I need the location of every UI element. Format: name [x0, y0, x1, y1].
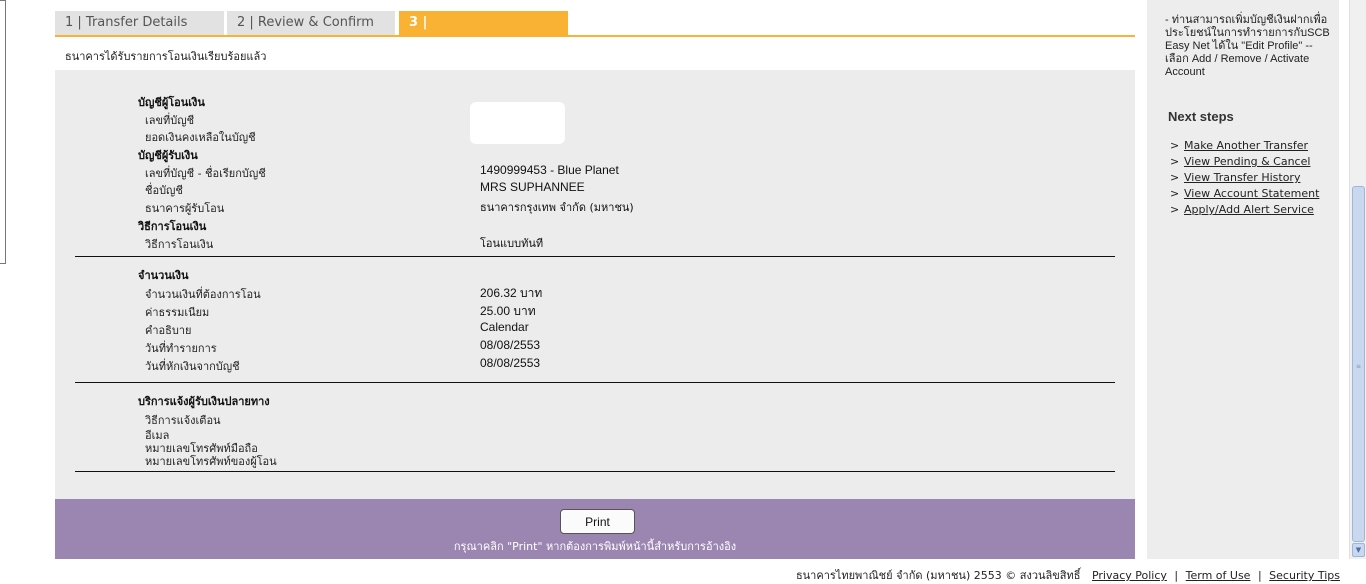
txn-date-label: วันที่ทำรายการ	[145, 342, 217, 355]
print-bar: Print กรุณาคลิก "Print" หากต้องการพิมพ์ห…	[55, 499, 1135, 559]
left-frame-edge	[0, 0, 6, 264]
copyright-text: ธนาคารไทยพาณิชย์ จำกัด (มหาชน) 2553 © สง…	[795, 569, 1081, 582]
description-label: คำอธิบาย	[145, 324, 192, 337]
view-pending-cancel-link[interactable]: View Pending & Cancel	[1184, 155, 1310, 168]
tab-acknowledgements: 3 | Acknowledgements	[399, 11, 570, 54]
description-value: Calendar	[480, 320, 529, 334]
status-message: ธนาคารได้รับรายการโอนเงินเรียบร้อยแล้ว	[65, 50, 267, 63]
to-account-title: บัญชีผู้รับเงิน	[138, 149, 198, 162]
tab-review-confirm: 2 | Review & Confirm	[227, 11, 397, 35]
amount-value: 206.32 บาท	[480, 286, 543, 300]
divider	[75, 382, 1115, 383]
page-footer: ธนาคารไทยพาณิชย์ จำกัด (มหาชน) 2553 © สง…	[0, 566, 1340, 584]
debit-date-label: วันที่หักเงินจากบัญชี	[145, 360, 240, 373]
security-tips-link[interactable]: Security Tips	[1269, 569, 1340, 582]
print-button[interactable]: Print	[560, 509, 635, 534]
fee-label: ค่าธรรมเนียม	[145, 306, 210, 319]
txn-date-value: 08/08/2553	[480, 338, 541, 352]
to-bank-value: ธนาคารกรุงเทพ จำกัด (มหาชน)	[480, 201, 634, 214]
view-transfer-history-link[interactable]: View Transfer History	[1184, 171, 1300, 184]
from-balance-label: ยอดเงินคงเหลือในบัญชี	[145, 131, 256, 144]
view-account-statement-link[interactable]: View Account Statement	[1184, 187, 1319, 200]
tab-underline	[55, 35, 1135, 37]
debit-date-value: 08/08/2553	[480, 356, 541, 370]
chevron-right-icon: >	[1170, 171, 1180, 184]
scroll-down-arrow-icon[interactable]: ▼	[1352, 543, 1365, 557]
list-item: > Make Another Transfer	[1170, 139, 1319, 155]
chevron-right-icon: >	[1170, 187, 1180, 200]
fee-value: 25.00 บาท	[480, 304, 536, 318]
method-title: วิธีการโอนเงิน	[138, 220, 207, 233]
privacy-policy-link[interactable]: Privacy Policy	[1092, 569, 1167, 582]
tab-transfer-details: 1 | Transfer Details	[55, 11, 226, 35]
separator: |	[1257, 569, 1262, 582]
to-nickname-label: เลขที่บัญชี - ชื่อเรียกบัญชี	[145, 167, 266, 180]
grip-icon: ≡	[1356, 363, 1362, 370]
divider	[75, 256, 1115, 257]
method-value: โอนแบบทันที	[480, 237, 544, 250]
chevron-right-icon: >	[1170, 155, 1180, 168]
list-item: > View Pending & Cancel	[1170, 155, 1319, 171]
apply-alert-service-link[interactable]: Apply/Add Alert Service	[1184, 203, 1314, 216]
method-label: วิธีการโอนเงิน	[145, 238, 214, 251]
to-name-value: MRS SUPHANNEE	[480, 180, 585, 194]
from-account-title: บัญชีผู้โอนเงิน	[138, 96, 205, 109]
make-another-transfer-link[interactable]: Make Another Transfer	[1184, 139, 1308, 152]
term-of-use-link[interactable]: Term of Use	[1186, 569, 1251, 582]
amount-label: จำนวนเงินที่ต้องการโอน	[145, 288, 261, 301]
divider	[75, 471, 1115, 472]
next-steps-list: > Make Another Transfer > View Pending & C…	[1170, 139, 1319, 219]
list-item: > View Account Statement	[1170, 187, 1319, 203]
masked-account-info	[470, 102, 565, 144]
from-account-no-label: เลขที่บัญชี	[145, 114, 195, 127]
vertical-scrollbar[interactable]: ≡ ▼	[1349, 0, 1366, 559]
to-name-label: ชื่อบัญชี	[145, 184, 183, 197]
next-steps-title: Next steps	[1168, 109, 1234, 124]
sidebar-note: - ท่านสามารถเพิ่มบัญชีเงินฝากเพื่อประโยช…	[1165, 14, 1330, 78]
step-tabs: 1 | Transfer Details 2 | Review & Confir…	[55, 11, 1135, 54]
separator: |	[1174, 569, 1179, 582]
right-sidebar: - ท่านสามารถเพิ่มบัญชีเงินฝากเพื่อประโยช…	[1147, 0, 1339, 559]
notify-sender-phone-label: หมายเลขโทรศัพท์ของผู้โอน	[145, 455, 277, 468]
list-item: > View Transfer History	[1170, 171, 1319, 187]
scrollbar-thumb[interactable]: ≡	[1352, 186, 1365, 542]
to-bank-label: ธนาคารผู้รับโอน	[145, 202, 225, 215]
print-hint: กรุณาคลิก "Print" หากต้องการพิมพ์หน้านี้…	[453, 540, 737, 553]
list-item: > Apply/Add Alert Service	[1170, 203, 1319, 219]
transfer-summary-panel: บัญชีผู้โอนเงิน เลขที่บัญชี ยอดเงินคงเหล…	[55, 70, 1135, 499]
amount-title: จำนวนเงิน	[138, 269, 189, 282]
to-nickname-value: 1490999453 - Blue Planet	[480, 163, 619, 177]
notify-title: บริการแจ้งผู้รับเงินปลายทาง	[138, 395, 270, 408]
chevron-right-icon: >	[1170, 139, 1180, 152]
chevron-right-icon: >	[1170, 203, 1180, 216]
